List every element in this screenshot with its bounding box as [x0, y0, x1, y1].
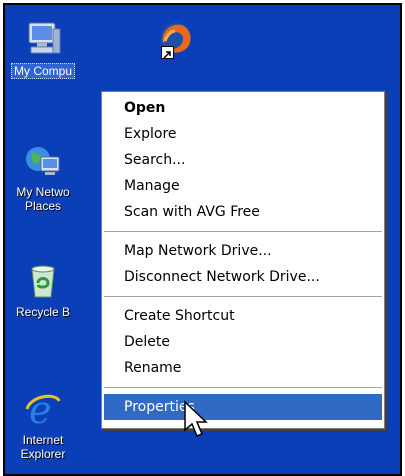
- icon-label-my-computer: My Compu: [10, 63, 75, 79]
- menu-item-manage[interactable]: Manage: [102, 173, 384, 199]
- icon-label-my-network-places: My Netwo Places: [16, 185, 70, 213]
- context-menu: Open Explore Search... Manage Scan with …: [101, 91, 385, 429]
- menu-item-explore[interactable]: Explore: [102, 121, 384, 147]
- firefox-icon: [155, 19, 195, 59]
- my-computer-icon: [23, 19, 63, 59]
- menu-item-rename[interactable]: Rename: [102, 355, 384, 381]
- menu-item-properties[interactable]: Properties: [104, 394, 382, 420]
- internet-explorer-icon: e: [23, 388, 63, 432]
- desktop-icon-my-computer[interactable]: My Compu: [5, 19, 93, 79]
- menu-separator: [104, 387, 382, 388]
- recycle-bin-icon: [23, 261, 63, 301]
- menu-item-search[interactable]: Search...: [102, 147, 384, 173]
- menu-item-scan-avg[interactable]: Scan with AVG Free: [102, 199, 384, 225]
- icon-label-recycle-bin: Recycle B: [15, 305, 71, 319]
- desktop-icon-my-network-places[interactable]: My Netwo Places: [5, 141, 93, 213]
- desktop-icon-recycle-bin[interactable]: Recycle B: [5, 261, 93, 319]
- desktop-icon-internet-explorer[interactable]: e Internet Explorer: [5, 388, 93, 461]
- menu-item-create-shortcut[interactable]: Create Shortcut: [102, 303, 384, 329]
- menu-separator: [104, 296, 382, 297]
- icon-label-internet-explorer: Internet Explorer: [20, 433, 66, 461]
- menu-item-open[interactable]: Open: [102, 95, 384, 121]
- menu-item-disconnect-network-drive[interactable]: Disconnect Network Drive...: [102, 264, 384, 290]
- desktop-icon-firefox[interactable]: [145, 19, 205, 59]
- menu-item-map-network-drive[interactable]: Map Network Drive...: [102, 238, 384, 264]
- shortcut-arrow-icon: [161, 46, 174, 59]
- mouse-pointer-icon: [183, 400, 213, 442]
- desktop: My Compu My Netwo Places Recycle B e Int…: [3, 3, 402, 476]
- my-network-places-icon: [23, 141, 63, 181]
- menu-item-delete[interactable]: Delete: [102, 329, 384, 355]
- menu-separator: [104, 231, 382, 232]
